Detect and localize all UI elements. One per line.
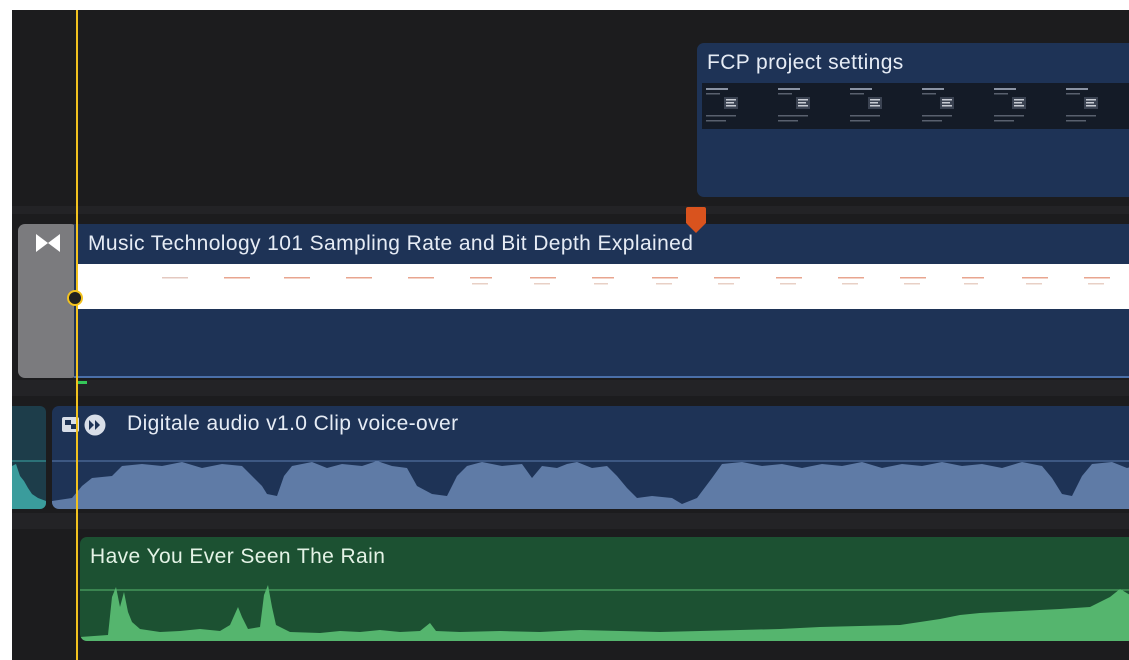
lane-divider [12, 380, 1129, 396]
audio-waveform [80, 585, 1129, 641]
filmstrip-frames [162, 277, 1110, 285]
video-filmstrip [702, 83, 1129, 129]
playhead-skimmer-handle[interactable] [67, 290, 83, 306]
clip-song[interactable]: Have You Ever Seen The Rain [80, 537, 1129, 641]
audio-waveform [12, 460, 46, 509]
clip-title: Music Technology 101 Sampling Rate and B… [88, 232, 694, 255]
filmstrip-thumbnail [1062, 85, 1120, 127]
lane-divider [12, 206, 1129, 214]
filmstrip-thumbnail [702, 85, 760, 127]
marker-icon[interactable] [686, 207, 706, 233]
range-indicator [78, 381, 87, 384]
clip-audio-partial[interactable] [12, 406, 46, 509]
clip-music-technology[interactable]: Music Technology 101 Sampling Rate and B… [74, 224, 1129, 378]
filmstrip-thumbnail [774, 85, 832, 127]
bowtie-transition-icon [36, 234, 60, 252]
timeline[interactable]: FCP project settings Music Technology 10… [12, 10, 1129, 660]
lane-divider [12, 513, 1129, 529]
playhead[interactable] [76, 10, 78, 660]
clip-voice-over[interactable]: Digitale audio v1.0 Clip voice-over [52, 406, 1129, 509]
filmstrip-thumbnail [918, 85, 976, 127]
filmstrip-thumbnail [846, 85, 904, 127]
audio-waveform [52, 460, 1129, 509]
clip-title: FCP project settings [707, 51, 904, 74]
filmstrip-thumbnail [990, 85, 1048, 127]
clip-fcp-project-settings[interactable]: FCP project settings [697, 43, 1129, 197]
video-filmstrip [78, 264, 1129, 309]
